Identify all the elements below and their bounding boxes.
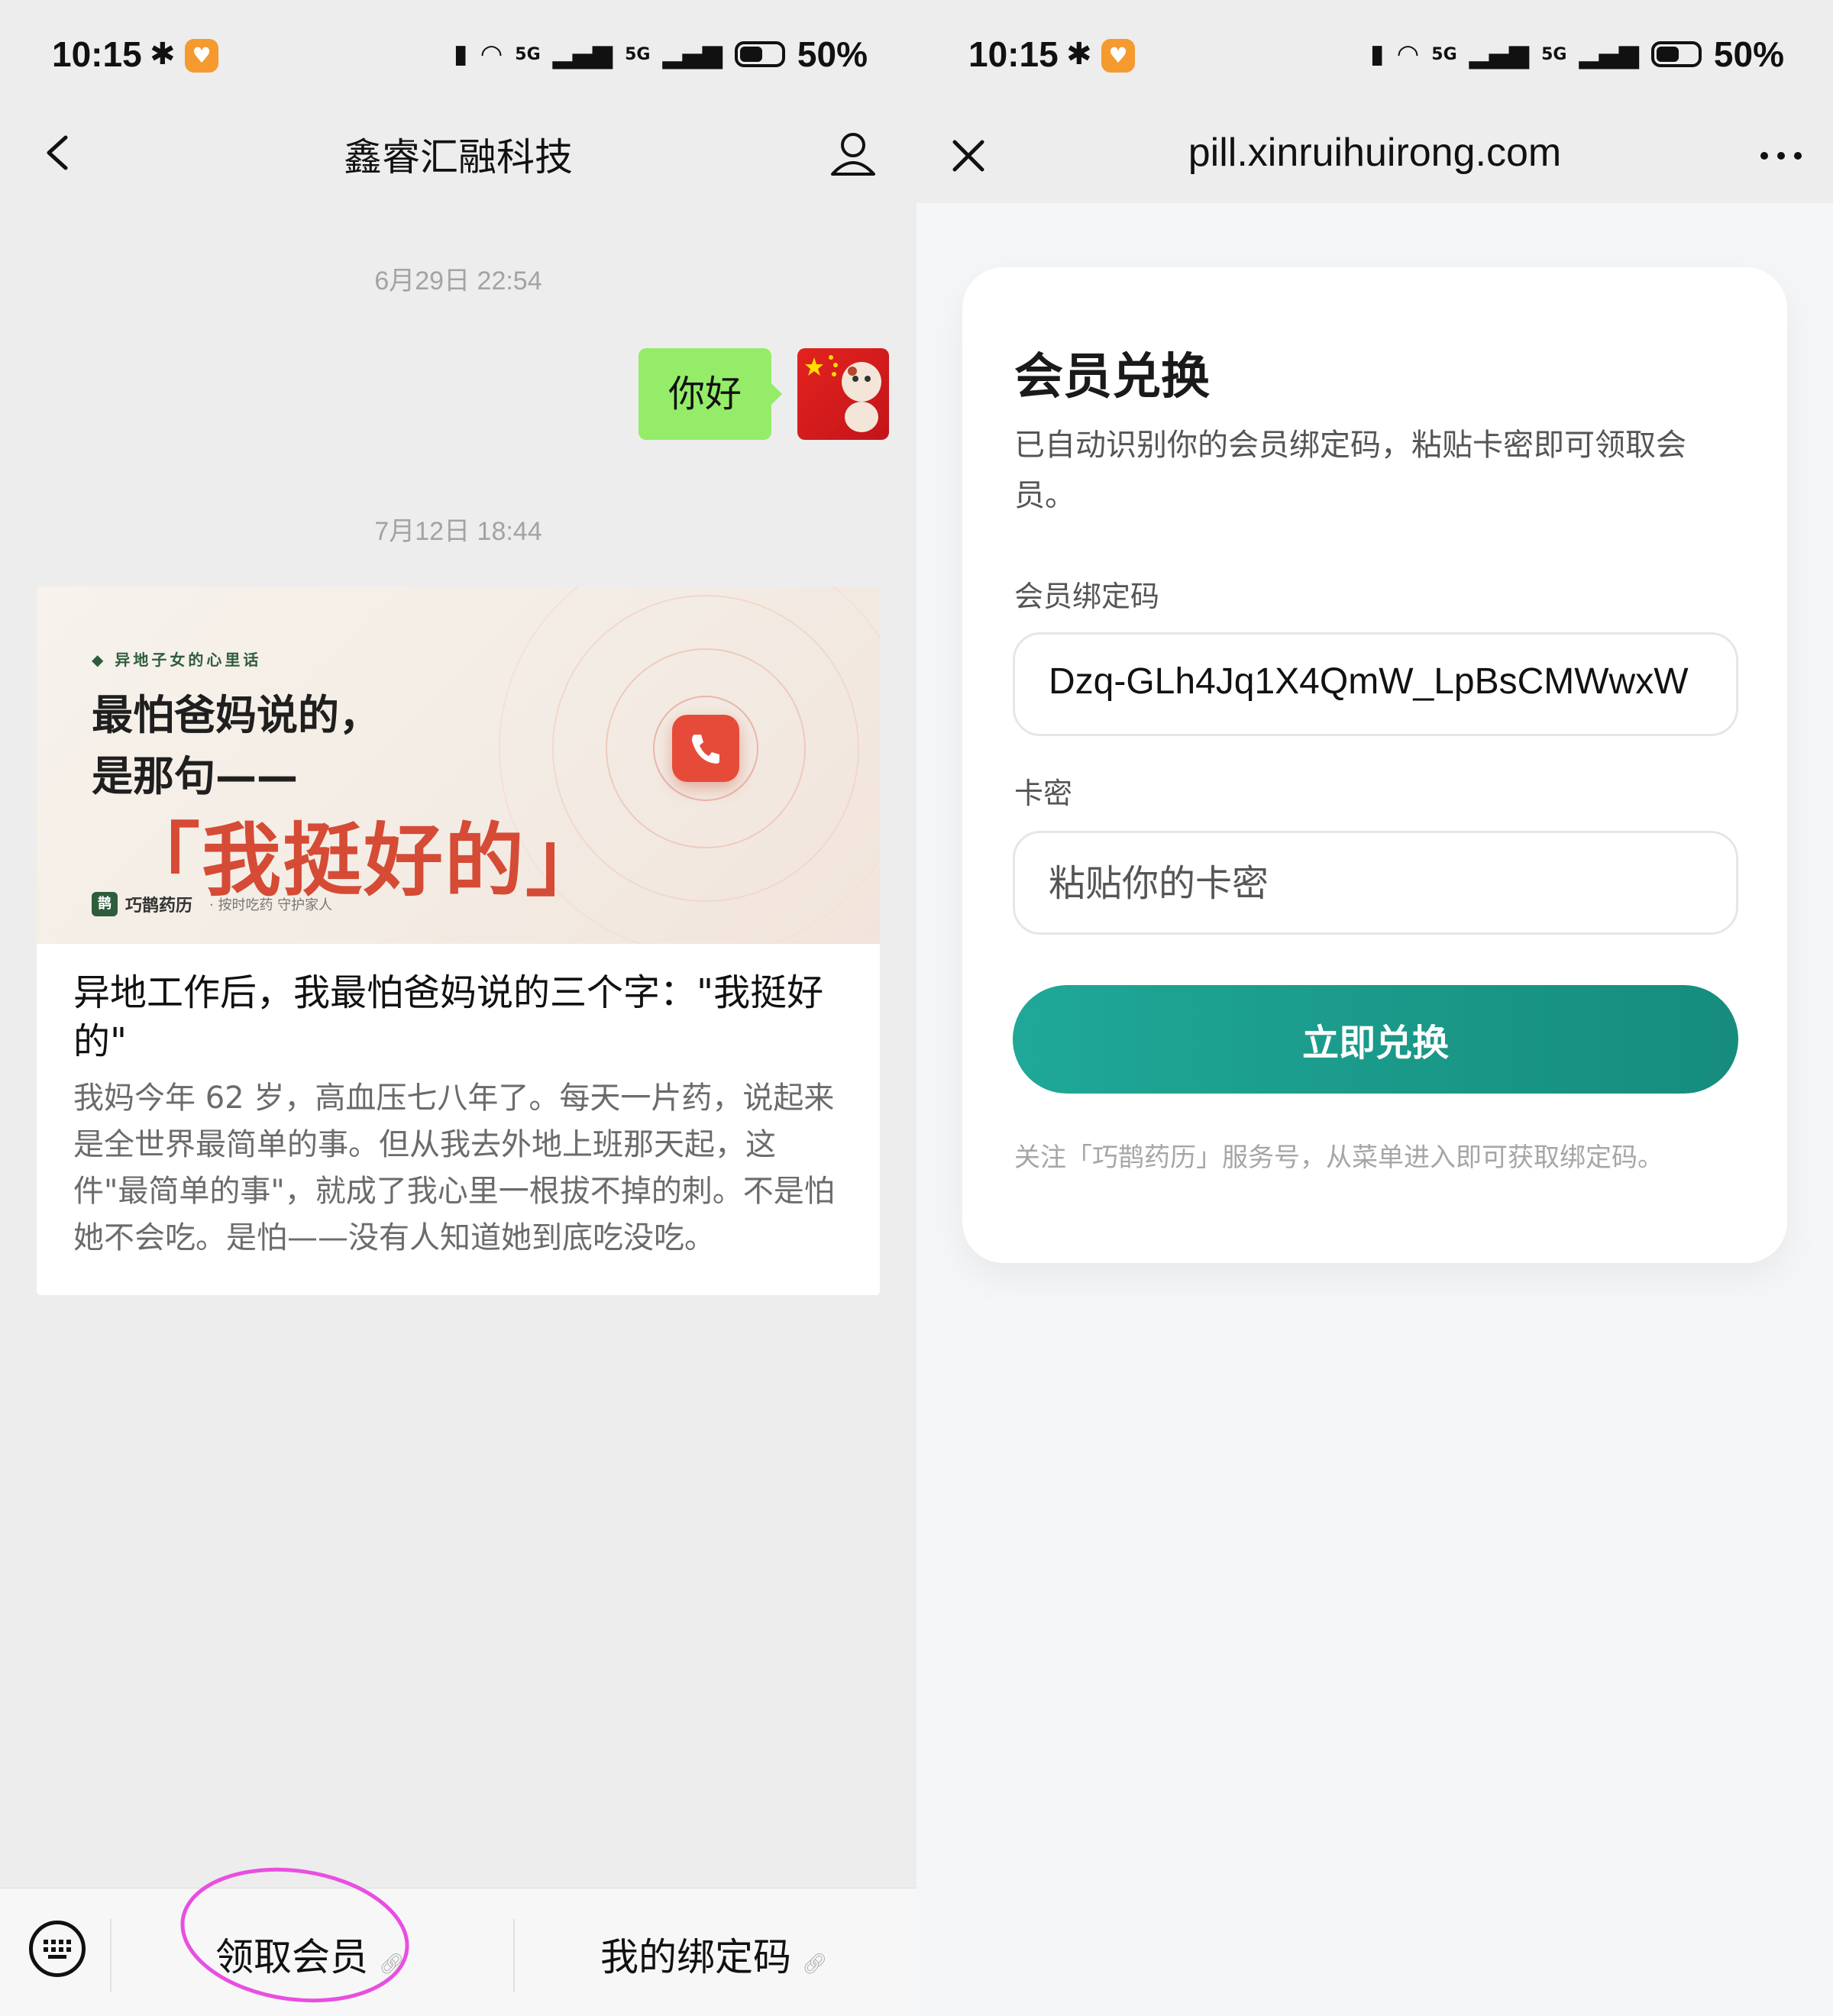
- annotation-circle: [180, 1867, 409, 2003]
- more-options-icon[interactable]: [1751, 125, 1812, 186]
- status-right: ▮ ◠ 5G ▂▄▆ 5G ▂▄▆ 50%: [454, 34, 868, 75]
- profile-icon[interactable]: [826, 124, 880, 185]
- browser-nav-bar: pill.xinruihuirong.com: [916, 111, 1833, 203]
- bottom-menu-bar: 领取会员 🔗︎ 我的绑定码 🔗︎: [0, 1888, 916, 2016]
- battery-percent: 50%: [797, 34, 868, 74]
- article-description: 我妈今年 62 岁，高血压七八年了。每天一片药，说起来是全世界最简单的事。但从我…: [73, 1081, 835, 1255]
- avatar[interactable]: [797, 348, 889, 440]
- signal-5g-icon: 5G: [515, 44, 541, 64]
- message-timestamp: 7月12日 18:44: [374, 517, 542, 546]
- cover-brand: 鹊 巧鹊药历 · 按时吃药 守护家人: [92, 892, 332, 916]
- message-bubble[interactable]: 你好: [638, 348, 771, 440]
- phone-icon: [672, 715, 739, 782]
- cover-headline: 是那句——: [92, 752, 298, 800]
- status-bar: 10:15 ✱ ♥ ▮ ◠ 5G ▂▄▆ 5G ▂▄▆ 50%: [0, 0, 916, 111]
- status-bar: 10:15 ✱ ♥ ▮ ◠ 5G ▂▄▆ 5G ▂▄▆ 50%: [916, 0, 1833, 111]
- menu-divider: [513, 1919, 515, 1992]
- bubble-tail: [770, 382, 782, 406]
- signal-bars-icon: ▂▄▆: [1469, 39, 1530, 69]
- battery-icon: [734, 41, 785, 67]
- article-title: 异地工作后，我最怕爸妈说的三个字："我挺好的": [73, 971, 824, 1063]
- signal-5g-icon: 5G: [625, 44, 651, 64]
- menu-item-my-bind-code[interactable]: 我的绑定码 🔗︎: [600, 1927, 827, 1982]
- page-description: 已自动识别你的会员绑定码，粘贴卡密即可领取会员。: [1014, 428, 1686, 513]
- bind-code-label: 会员绑定码: [1014, 580, 1160, 613]
- app-notification-icon: ♥: [185, 39, 218, 73]
- cover-headline: 最怕爸妈说的，: [92, 691, 380, 739]
- wifi-icon: ◠: [480, 39, 503, 69]
- cover-tag: ◆ 异地子女的心里话: [92, 651, 262, 669]
- article-card[interactable]: ◆ 异地子女的心里话 最怕爸妈说的， 是那句—— 「我挺好的」 鹊 巧鹊药历 ·…: [37, 586, 880, 1295]
- redeem-card: 会员兑换 已自动识别你的会员绑定码，粘贴卡密即可领取会员。 会员绑定码 Dzq-…: [962, 267, 1787, 1263]
- signal-5g-icon: 5G: [1541, 44, 1567, 64]
- card-password-input[interactable]: [1047, 856, 1707, 911]
- vibrate-icon: ▮: [1369, 39, 1385, 69]
- page-url: pill.xinruihuirong.com: [1188, 131, 1562, 175]
- keyboard-icon[interactable]: [29, 1921, 86, 1977]
- chat-panel: 10:15 ✱ ♥ ▮ ◠ 5G ▂▄▆ 5G ▂▄▆ 50% 鑫睿汇融科技 6…: [0, 0, 916, 2016]
- menu-divider: [110, 1919, 112, 1992]
- brand-name: 巧鹊药历: [125, 897, 193, 916]
- bind-code-field[interactable]: Dzq-GLh4Jq1X4QmW_LpBsCMWwxW: [1013, 632, 1738, 736]
- message-timestamp: 6月29日 22:54: [374, 267, 542, 296]
- battery-icon: [1650, 41, 1702, 67]
- vibrate-icon: ▮: [453, 39, 468, 69]
- avatar-image: [805, 355, 881, 432]
- chat-title: 鑫睿汇融科技: [344, 135, 573, 179]
- card-password-field[interactable]: [1013, 831, 1738, 935]
- signal-5g-icon: 5G: [1431, 44, 1457, 64]
- redeem-button[interactable]: 立即兑换: [1013, 985, 1738, 1094]
- status-time: 10:15: [968, 34, 1059, 74]
- app-notification-icon: ♥: [1101, 39, 1135, 73]
- article-cover: ◆ 异地子女的心里话 最怕爸妈说的， 是那句—— 「我挺好的」 鹊 巧鹊药历 ·…: [37, 586, 880, 944]
- web-panel: 10:15 ✱ ♥ ▮ ◠ 5G ▂▄▆ 5G ▂▄▆ 50% pill.xin…: [916, 0, 1833, 2016]
- battery-percent: 50%: [1713, 34, 1784, 74]
- bind-code-value: Dzq-GLh4Jq1X4QmW_LpBsCMWwxW: [1049, 661, 1689, 702]
- bluetooth-icon: ✱: [150, 37, 176, 72]
- hint-text: 关注「巧鹊药历」服务号，从菜单进入即可获取绑定码。: [1014, 1142, 1663, 1173]
- signal-bars-icon: ▂▄▆: [552, 39, 613, 69]
- menu-item-label: 我的绑定码: [600, 1935, 791, 1979]
- battery-fill: [739, 47, 762, 62]
- card-password-label: 卡密: [1014, 777, 1073, 810]
- status-time: 10:15: [52, 34, 142, 74]
- page-title: 会员兑换: [1014, 349, 1210, 405]
- brand-logo: 鹊: [92, 892, 118, 916]
- signal-bars-icon: ▂▄▆: [1579, 39, 1639, 69]
- signal-bars-icon: ▂▄▆: [662, 39, 723, 69]
- status-right: ▮ ◠ 5G ▂▄▆ 5G ▂▄▆ 50%: [1370, 34, 1784, 75]
- wifi-icon: ◠: [1396, 39, 1420, 69]
- bluetooth-icon: ✱: [1066, 37, 1092, 72]
- brand-slogan: · 按时吃药 守护家人: [209, 897, 333, 913]
- chat-nav-bar: 鑫睿汇融科技: [0, 111, 916, 203]
- link-icon: 🔗︎: [802, 1953, 828, 1976]
- battery-fill: [1656, 47, 1679, 62]
